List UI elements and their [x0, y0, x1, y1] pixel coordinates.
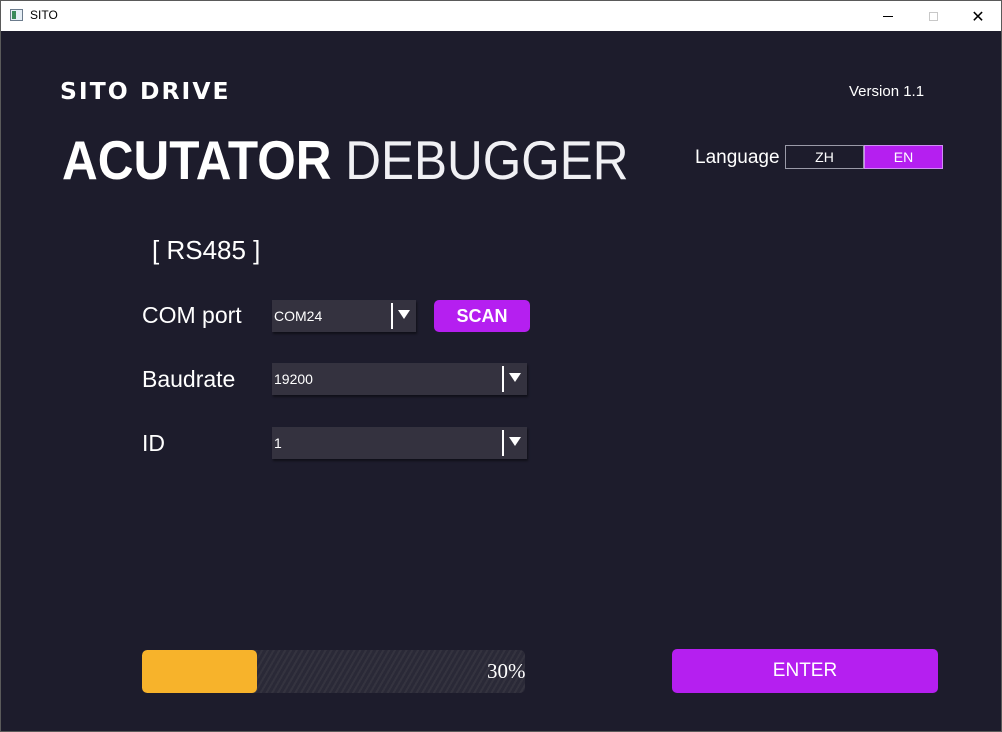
id-value: 1	[274, 435, 282, 451]
id-select[interactable]: 1	[272, 427, 527, 459]
com-port-label: COM port	[142, 302, 242, 328]
maximize-button[interactable]	[910, 1, 956, 31]
enter-button[interactable]: ENTER	[672, 649, 938, 693]
window-title: SITO	[30, 8, 58, 22]
com-port-divider	[391, 303, 393, 329]
minimize-button[interactable]	[865, 1, 911, 31]
close-icon: ✕	[971, 6, 985, 26]
page-title: ACUTATOR DEBUGGER	[62, 129, 629, 191]
language-zh-button[interactable]: ZH	[785, 145, 864, 169]
baudrate-select[interactable]: 19200	[272, 363, 527, 395]
progress-fill	[142, 650, 257, 693]
chevron-down-icon	[509, 373, 521, 382]
chevron-down-icon	[509, 437, 521, 446]
baudrate-label: Baudrate	[142, 366, 236, 392]
id-label: ID	[142, 430, 165, 456]
version-label: Version 1.1	[849, 83, 925, 100]
app-window: SITO ✕ SITO DRIVE Version 1.1 ACUTATOR D…	[0, 0, 1002, 732]
language-en-button[interactable]: EN	[864, 145, 943, 169]
scan-button[interactable]: SCAN	[434, 300, 530, 332]
page-title-bold: ACUTATOR	[62, 129, 332, 191]
title-bar: SITO ✕	[1, 1, 1001, 31]
chevron-down-icon	[398, 310, 410, 319]
id-divider	[502, 430, 504, 456]
app-icon	[10, 9, 23, 21]
maximize-icon	[928, 11, 938, 21]
close-button[interactable]: ✕	[955, 1, 1001, 31]
minimize-icon	[883, 15, 893, 17]
progress-bar	[142, 650, 525, 693]
language-label: Language	[695, 147, 780, 168]
baudrate-value: 19200	[274, 371, 313, 387]
interface-section-label: [ RS485 ]	[152, 235, 261, 265]
com-port-value: COM24	[274, 308, 323, 324]
baudrate-divider	[502, 366, 504, 392]
com-port-select[interactable]: COM24	[272, 300, 416, 332]
progress-percent: 30%	[487, 659, 526, 683]
brand-logo: SITO DRIVE	[60, 79, 231, 105]
page-title-thin: DEBUGGER	[345, 129, 629, 191]
